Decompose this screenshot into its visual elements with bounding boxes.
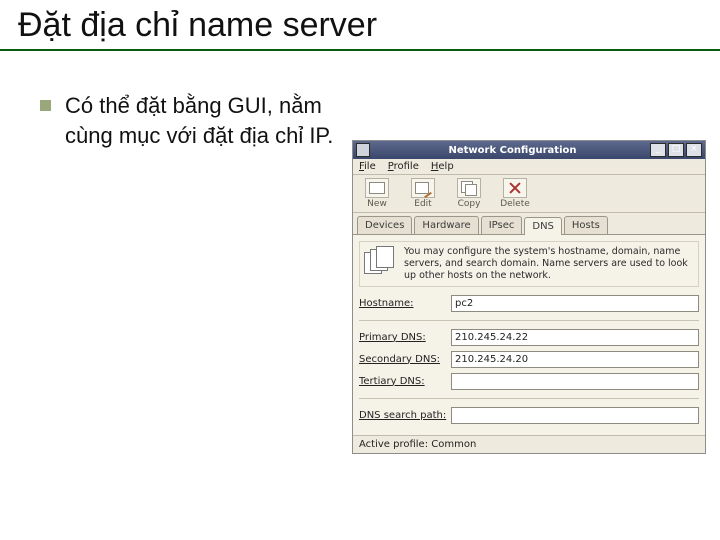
copy-button[interactable]: Copy [449, 178, 489, 209]
delete-icon [503, 178, 527, 198]
titlebar[interactable]: Network Configuration _ □ × [353, 141, 705, 159]
separator [359, 320, 699, 321]
bullet-icon [40, 100, 51, 111]
info-text: You may configure the system's hostname,… [404, 246, 694, 282]
hostname-input[interactable]: pc2 [451, 295, 699, 312]
tertiary-dns-input[interactable] [451, 373, 699, 390]
search-path-input[interactable] [451, 407, 699, 424]
edit-label: Edit [414, 199, 431, 209]
network-config-window: Network Configuration _ □ × File Profile… [352, 140, 706, 454]
primary-dns-input[interactable]: 210.245.24.22 [451, 329, 699, 346]
slide-title: Đặt địa chỉ name server [18, 6, 720, 45]
menu-profile[interactable]: Profile [388, 161, 419, 172]
search-path-label: DNS search path: [359, 410, 451, 421]
new-button[interactable]: New [357, 178, 397, 209]
menu-file[interactable]: File [359, 161, 376, 172]
edit-icon [411, 178, 435, 198]
tab-row: Devices Hardware IPsec DNS Hosts [353, 213, 705, 235]
new-label: New [367, 199, 387, 209]
app-icon [356, 143, 370, 157]
menubar: File Profile Help [353, 159, 705, 175]
menu-help[interactable]: Help [431, 161, 454, 172]
info-box: You may configure the system's hostname,… [359, 241, 699, 287]
statusbar: Active profile: Common [353, 435, 705, 453]
window-title: Network Configuration [375, 145, 650, 156]
tab-ipsec[interactable]: IPsec [481, 216, 523, 234]
bullet-item: Có thể đặt bằng GUI, nằm cùng mục với đặ… [40, 91, 340, 150]
delete-label: Delete [500, 199, 530, 209]
primary-dns-label: Primary DNS: [359, 332, 451, 343]
bullet-text: Có thể đặt bằng GUI, nằm cùng mục với đặ… [65, 91, 340, 150]
delete-button[interactable]: Delete [495, 178, 535, 209]
new-icon [365, 178, 389, 198]
tab-hardware[interactable]: Hardware [414, 216, 478, 234]
separator [359, 398, 699, 399]
edit-button[interactable]: Edit [403, 178, 443, 209]
close-button[interactable]: × [686, 143, 702, 157]
secondary-dns-input[interactable]: 210.245.24.20 [451, 351, 699, 368]
copy-icon [457, 178, 481, 198]
secondary-dns-label: Secondary DNS: [359, 354, 451, 365]
copy-label: Copy [458, 199, 481, 209]
hostname-label: Hostname: [359, 298, 451, 309]
tab-dns[interactable]: DNS [524, 217, 562, 235]
dns-panel: You may configure the system's hostname,… [353, 235, 705, 435]
tab-devices[interactable]: Devices [357, 216, 412, 234]
tertiary-dns-label: Tertiary DNS: [359, 376, 451, 387]
maximize-button[interactable]: □ [668, 143, 684, 157]
minimize-button[interactable]: _ [650, 143, 666, 157]
documents-icon [364, 246, 398, 276]
toolbar: New Edit Copy Delete [353, 175, 705, 213]
tab-hosts[interactable]: Hosts [564, 216, 608, 234]
